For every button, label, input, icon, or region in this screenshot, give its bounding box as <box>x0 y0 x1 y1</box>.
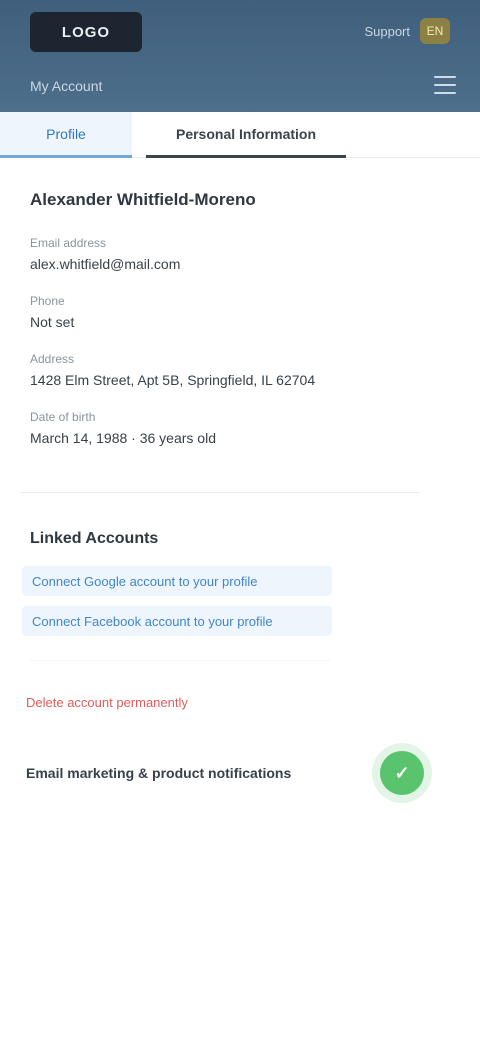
header-actions: Support EN <box>364 18 450 44</box>
field-birthdate: Date of birth March 14, 1988 · 36 years … <box>30 410 450 446</box>
field-value: 1428 Elm Street, Apt 5B, Springfield, IL… <box>30 372 316 388</box>
field-value: March 14, 1988 · 36 years old <box>30 430 216 446</box>
field-label: Date of birth <box>30 410 96 424</box>
app-header: LOGO Support EN My Account <box>0 0 480 112</box>
section-divider <box>30 660 330 661</box>
notifications-label: Email marketing & product notifications <box>26 765 292 781</box>
field-email: Email address alex.whitfield@mail.com <box>30 236 450 272</box>
connect-facebook-link[interactable]: Connect Facebook account to your profile <box>22 606 332 636</box>
tab-personal-information[interactable]: Personal Information <box>146 112 346 158</box>
field-address: Address 1428 Elm Street, Apt 5B, Springf… <box>30 352 450 388</box>
delete-account-link[interactable]: Delete account permanently <box>26 692 266 712</box>
page-title: My Account <box>30 78 103 94</box>
field-label: Email address <box>30 236 107 250</box>
language-badge[interactable]: EN <box>420 18 450 44</box>
linked-accounts-title: Linked Accounts <box>30 530 159 547</box>
profile-section: Alexander Whitfield-Moreno Email address… <box>30 190 450 468</box>
hamburger-menu-icon[interactable] <box>434 76 456 94</box>
section-divider <box>20 492 420 493</box>
notifications-toggle[interactable]: ✓ <box>380 751 424 795</box>
profile-name: Alexander Whitfield-Moreno <box>30 190 256 209</box>
menu-bar <box>434 76 456 78</box>
field-value: Not set <box>30 314 75 330</box>
field-label: Phone <box>30 294 65 308</box>
notifications-row: Email marketing & product notifications … <box>26 748 456 798</box>
field-label: Address <box>30 352 75 366</box>
tab-profile[interactable]: Profile <box>0 112 132 158</box>
field-value: alex.whitfield@mail.com <box>30 256 181 272</box>
app-logo[interactable]: LOGO <box>30 12 142 52</box>
check-icon: ✓ <box>394 762 410 783</box>
support-link[interactable]: Support <box>364 24 410 39</box>
field-phone: Phone Not set <box>30 294 450 330</box>
connect-google-link[interactable]: Connect Google account to your profile <box>22 566 332 596</box>
menu-bar <box>434 92 456 94</box>
tab-bar: Profile Personal Information <box>0 112 480 158</box>
menu-bar <box>434 84 456 86</box>
